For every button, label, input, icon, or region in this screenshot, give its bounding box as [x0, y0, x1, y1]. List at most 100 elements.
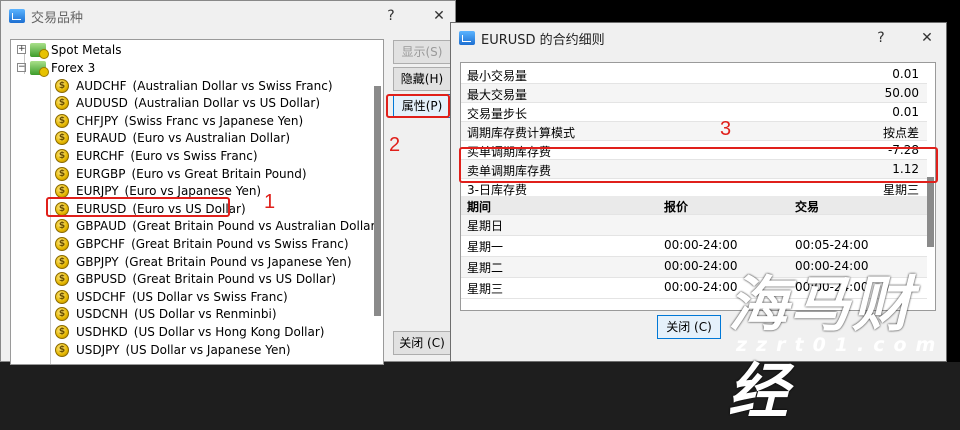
symbol-description: (Great Britain Pound vs Swiss Franc): [131, 236, 349, 251]
spec-value: 50.00: [884, 86, 919, 100]
symbol-code: USDJPY: [76, 342, 120, 357]
close-button[interactable]: 关闭 (C): [393, 331, 451, 355]
symbol-description: (Euro vs Swiss Franc): [130, 148, 258, 163]
symbol-code: GBPJPY: [76, 254, 119, 269]
symbols-dialog: 交易品种 ? ✕ + Spot Metals − Forex 3 $ AUDCHF…: [0, 0, 456, 365]
symbol-item-gbpusd[interactable]: $ GBPUSD (Great Britain Pound vs US Dollar…: [55, 271, 336, 288]
symbol-code: EURAUD: [76, 131, 127, 146]
spec-key: 调期库存费计算模式: [467, 126, 576, 140]
currency-coin-icon: $: [55, 254, 69, 269]
symbol-code: GBPUSD: [76, 272, 127, 287]
symbol-item-gbpjpy[interactable]: $ GBPJPY (Great Britain Pound vs Japanese …: [55, 253, 352, 270]
currency-coin-icon: $: [55, 289, 69, 304]
symbol-description: (US Dollar vs Renminbi): [134, 307, 277, 322]
symbol-item-usdchf[interactable]: $ USDCHF (US Dollar vs Swiss Franc): [55, 288, 288, 305]
close-icon[interactable]: ✕: [427, 5, 451, 27]
currency-coin-icon: $: [55, 166, 69, 181]
symbol-code: USDCHF: [76, 289, 126, 304]
scroll-thumb[interactable]: [374, 86, 381, 316]
annotation-3: 3: [720, 118, 732, 140]
symbol-description: (Great Britain Pound vs Australian Dolla…: [132, 219, 381, 234]
symbol-description: (Euro vs Great Britain Pound): [131, 166, 307, 181]
symbols-dialog-title: 交易品种: [31, 10, 84, 26]
tree-group-forex3[interactable]: − Forex 3: [17, 59, 96, 77]
session-row: 星期一 00:00-24:00 00:05-24:00: [461, 236, 927, 257]
session-quote: 00:00-24:00: [664, 238, 738, 252]
session-header-row: 期间 报价 交易: [461, 196, 927, 215]
annotation-1: 1: [264, 191, 276, 213]
symbol-code: CHFJPY: [76, 113, 119, 128]
spec-titlebar: EURUSD 的合约细则 ? ✕: [451, 23, 946, 53]
symbol-code: EURJPY: [76, 184, 119, 199]
currency-coin-icon: $: [55, 236, 69, 251]
currency-coin-icon: $: [55, 96, 69, 111]
col-trade: 交易: [795, 200, 820, 214]
expand-icon[interactable]: +: [17, 45, 26, 54]
currency-coin-icon: $: [55, 148, 69, 163]
symbol-code: AUDUSD: [76, 96, 128, 111]
symbol-code: AUDCHF: [76, 78, 127, 93]
symbol-description: (Swiss Franc vs Japanese Yen): [124, 113, 304, 128]
scroll-thumb[interactable]: [927, 177, 934, 247]
symbol-code: EURGBP: [76, 166, 126, 181]
currency-coin-icon: $: [55, 78, 69, 93]
spec-value: 按点差: [882, 126, 919, 140]
group-folder-icon: [30, 60, 49, 77]
symbol-description: (US Dollar vs Hong Kong Dollar): [133, 324, 325, 339]
currency-coin-icon: $: [55, 342, 69, 357]
symbol-description: (Australian Dollar vs Swiss Franc): [132, 78, 333, 93]
currency-coin-icon: $: [55, 219, 69, 234]
spec-close-button[interactable]: 关闭 (C): [657, 315, 721, 339]
col-period: 期间: [467, 200, 492, 214]
symbol-description: (Euro vs Australian Dollar): [132, 131, 291, 146]
symbol-item-eurchf[interactable]: $ EURCHF (Euro vs Swiss Franc): [55, 147, 258, 164]
session-day: 星期三: [467, 282, 504, 296]
help-button[interactable]: ?: [379, 5, 403, 27]
symbol-item-chfjpy[interactable]: $ CHFJPY (Swiss Franc vs Japanese Yen): [55, 112, 303, 129]
symbol-item-usdcnh[interactable]: $ USDCNH (US Dollar vs Renminbi): [55, 306, 277, 323]
spec-value: 0.01: [892, 105, 919, 119]
col-quote: 报价: [664, 200, 689, 214]
highlight-eurusd: [46, 197, 230, 217]
symbol-item-usdjpy[interactable]: $ USDJPY (US Dollar vs Japanese Yen): [55, 341, 291, 358]
app-icon: [459, 31, 475, 45]
app-icon: [9, 9, 25, 23]
close-icon[interactable]: ✕: [915, 27, 939, 49]
currency-coin-icon: $: [55, 272, 69, 287]
symbol-item-euraud[interactable]: $ EURAUD (Euro vs Australian Dollar): [55, 130, 290, 147]
spec-key: 最小交易量: [467, 69, 528, 83]
currency-coin-icon: $: [55, 307, 69, 322]
symbol-item-audusd[interactable]: $ AUDUSD (Australian Dollar vs US Dollar): [55, 95, 320, 112]
tree-scrollbar[interactable]: [374, 44, 381, 360]
symbols-titlebar: 交易品种 ? ✕: [1, 1, 455, 31]
symbol-item-audchf[interactable]: $ AUDCHF (Australian Dollar vs Swiss Franc…: [55, 77, 333, 94]
symbol-item-gbpchf[interactable]: $ GBPCHF (Great Britain Pound vs Swiss Fra…: [55, 235, 349, 252]
spec-dialog-title: EURUSD 的合约细则: [481, 32, 605, 48]
session-quote: 00:00-24:00: [664, 280, 738, 294]
hide-button[interactable]: 隐藏(H): [393, 67, 451, 91]
symbol-description: (US Dollar vs Swiss Franc): [131, 289, 288, 304]
tree-group-label: Forex 3: [51, 60, 96, 75]
symbol-description: (Euro vs Japanese Yen): [124, 184, 262, 199]
session-trade: 00:05-24:00: [795, 238, 869, 252]
symbol-code: GBPAUD: [76, 219, 127, 234]
help-button[interactable]: ?: [869, 27, 893, 49]
currency-coin-icon: $: [55, 113, 69, 128]
spec-value: 0.01: [892, 67, 919, 81]
spec-row: 交易量步长 0.01: [461, 103, 927, 122]
symbol-code: GBPCHF: [76, 236, 126, 251]
symbol-description: (US Dollar vs Japanese Yen): [125, 342, 291, 357]
currency-coin-icon: $: [55, 184, 69, 199]
highlight-swap-rows: [459, 147, 938, 183]
highlight-properties: [386, 94, 450, 118]
symbol-code: USDCNH: [76, 307, 129, 322]
symbol-item-gbpaud[interactable]: $ GBPAUD (Great Britain Pound vs Australia…: [55, 218, 380, 235]
symbol-item-eurgbp[interactable]: $ EURGBP (Euro vs Great Britain Pound): [55, 165, 307, 182]
symbol-description: (Australian Dollar vs US Dollar): [133, 96, 321, 111]
collapse-icon[interactable]: −: [17, 63, 26, 72]
group-folder-icon: [30, 42, 49, 59]
symbol-item-usdhkd[interactable]: $ USDHKD (US Dollar vs Hong Kong Dollar): [55, 323, 324, 340]
tree-line: [50, 80, 51, 364]
tree-group-spot-metals[interactable]: + Spot Metals: [17, 41, 121, 59]
show-button[interactable]: 显示(S): [393, 40, 451, 64]
